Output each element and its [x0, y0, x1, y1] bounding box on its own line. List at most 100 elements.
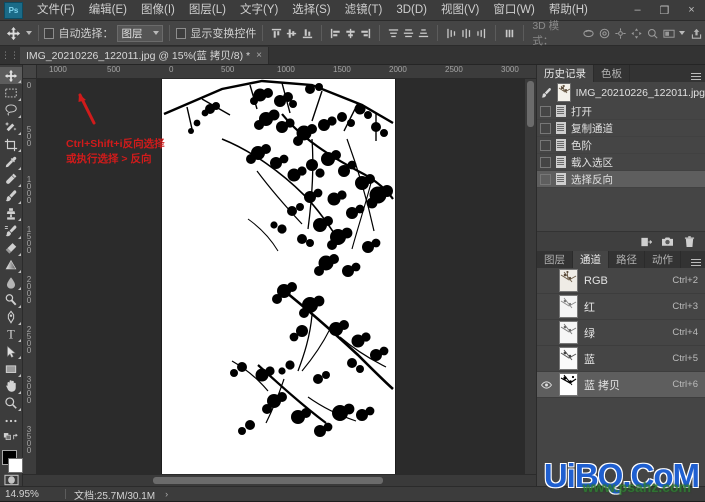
canvas-area[interactable]: Ctrl+Shift+i反向选择 或执行选择 > 反向: [37, 79, 524, 474]
clone-stamp-tool[interactable]: [0, 205, 22, 222]
quick-selection-tool[interactable]: [0, 119, 22, 136]
distribute-bottom-edges-icon[interactable]: [416, 24, 431, 42]
align-left-edges-icon[interactable]: [328, 24, 343, 42]
menu-3d[interactable]: 3D(D): [389, 0, 434, 20]
tool-preset-chevron-down-icon[interactable]: [25, 31, 32, 35]
eraser-tool[interactable]: [0, 240, 22, 257]
vertical-ruler[interactable]: 0 500 1000 1500 2000 2500 3000 3500: [23, 79, 37, 474]
menu-select[interactable]: 选择(S): [285, 0, 337, 20]
history-snapshot-toggle[interactable]: [540, 122, 551, 134]
slide-3d-icon[interactable]: [629, 24, 645, 42]
eyedropper-tool[interactable]: [0, 153, 22, 170]
new-document-from-state-icon[interactable]: [639, 235, 652, 248]
history-snapshot-toggle[interactable]: [540, 105, 551, 117]
type-tool[interactable]: T: [0, 326, 22, 343]
history-brush-source-icon[interactable]: [540, 86, 552, 99]
history-state-levels[interactable]: 色阶: [537, 137, 705, 154]
auto-select-checkbox[interactable]: [44, 27, 55, 39]
align-vertical-centers-icon[interactable]: [284, 24, 299, 42]
history-snapshot-toggle[interactable]: [540, 156, 551, 168]
history-snapshot-toggle[interactable]: [540, 139, 551, 151]
new-snapshot-icon[interactable]: [661, 235, 674, 248]
scrollbar-thumb[interactable]: [153, 477, 383, 484]
scale-3d-icon[interactable]: [645, 24, 661, 42]
zoom-tool[interactable]: [0, 395, 22, 412]
align-horizontal-centers-icon[interactable]: [343, 24, 358, 42]
channel-row-rgb[interactable]: RGB Ctrl+2: [537, 268, 705, 294]
align-top-edges-icon[interactable]: [269, 24, 284, 42]
tab-swatches[interactable]: 色板: [594, 65, 630, 82]
quick-mask-mode-icon[interactable]: [3, 474, 19, 486]
delete-state-icon[interactable]: [683, 235, 696, 248]
menu-edit[interactable]: 编辑(E): [82, 0, 134, 20]
lasso-tool[interactable]: [0, 102, 22, 119]
document-canvas[interactable]: [162, 79, 395, 474]
history-brush-tool[interactable]: [0, 222, 22, 239]
history-panel-menu-icon[interactable]: [687, 65, 705, 82]
dodge-tool[interactable]: [0, 291, 22, 308]
zoom-level[interactable]: 14.95%: [0, 489, 65, 500]
panel-grip-icon[interactable]: ⋮⋮: [0, 46, 20, 64]
distribute-spacing-icon[interactable]: [502, 24, 517, 42]
horizontal-ruler[interactable]: 1000 500 0 500 1000 1500 2000 2500 3000: [23, 65, 536, 79]
tab-layers[interactable]: 图层: [537, 251, 573, 268]
menu-window[interactable]: 窗口(W): [486, 0, 542, 20]
edit-toolbar-tool[interactable]: [0, 412, 22, 429]
default-and-swap-colors-icon[interactable]: [0, 429, 22, 446]
distribute-top-edges-icon[interactable]: [386, 24, 401, 42]
channel-row-green[interactable]: 绿 Ctrl+4: [537, 320, 705, 346]
distribute-horizontal-centers-icon[interactable]: [459, 24, 474, 42]
history-state-inverse[interactable]: 选择反向: [537, 171, 705, 188]
scrollbar-thumb[interactable]: [527, 81, 534, 127]
menu-view[interactable]: 视图(V): [434, 0, 486, 20]
brush-tool[interactable]: [0, 188, 22, 205]
minimize-button[interactable]: –: [624, 0, 651, 20]
history-snapshot-toggle[interactable]: [540, 173, 551, 185]
status-expand-icon[interactable]: ›: [165, 489, 168, 499]
channels-panel-menu-icon[interactable]: [687, 251, 705, 268]
share-icon[interactable]: [689, 24, 705, 42]
gradient-tool[interactable]: [0, 257, 22, 274]
menu-filter[interactable]: 滤镜(T): [338, 0, 390, 20]
canvas-vertical-scrollbar[interactable]: [524, 79, 536, 474]
move-tool-icon[interactable]: [4, 23, 24, 43]
rectangle-tool[interactable]: [0, 360, 22, 377]
menu-layer[interactable]: 图层(L): [182, 0, 233, 20]
history-state-open[interactable]: 打开: [537, 103, 705, 120]
distribute-vertical-centers-icon[interactable]: [401, 24, 416, 42]
channel-row-blue[interactable]: 蓝 Ctrl+5: [537, 346, 705, 372]
distribute-left-edges-icon[interactable]: [444, 24, 459, 42]
distribute-right-edges-icon[interactable]: [474, 24, 489, 42]
channel-row-red[interactable]: 红 Ctrl+3: [537, 294, 705, 320]
background-color-swatch[interactable]: [8, 457, 23, 473]
tab-paths[interactable]: 路径: [609, 251, 645, 268]
align-bottom-edges-icon[interactable]: [300, 24, 315, 42]
crop-tool[interactable]: [0, 136, 22, 153]
path-selection-tool[interactable]: [0, 343, 22, 360]
healing-brush-tool[interactable]: [0, 171, 22, 188]
blur-tool[interactable]: [0, 274, 22, 291]
close-icon[interactable]: ×: [256, 50, 262, 61]
show-transform-controls-checkbox[interactable]: [176, 27, 187, 39]
tab-actions[interactable]: 动作: [645, 251, 681, 268]
document-tab[interactable]: IMG_20210226_122011.jpg @ 15%(蓝 拷贝/8) * …: [20, 47, 269, 64]
history-state-duplicate-channel[interactable]: 复制通道: [537, 120, 705, 137]
history-source-row[interactable]: IMG_20210226_122011.jpg: [537, 82, 705, 103]
pan-3d-icon[interactable]: [613, 24, 629, 42]
roll-3d-icon[interactable]: [597, 24, 613, 42]
history-state-load-selection[interactable]: 载入选区: [537, 154, 705, 171]
pen-tool[interactable]: [0, 309, 22, 326]
close-button[interactable]: ×: [678, 0, 705, 20]
tab-channels[interactable]: 通道: [573, 251, 609, 268]
screen-mode-icon[interactable]: [661, 24, 677, 42]
rotate-3d-icon[interactable]: [581, 24, 597, 42]
menu-file[interactable]: 文件(F): [30, 0, 82, 20]
menu-image[interactable]: 图像(I): [134, 0, 182, 20]
restore-button[interactable]: ❐: [651, 0, 678, 20]
channel-visibility-toggle[interactable]: [540, 380, 553, 389]
move-tool[interactable]: [0, 67, 22, 85]
rectangular-marquee-tool[interactable]: [0, 84, 22, 101]
color-swatches[interactable]: [0, 449, 23, 473]
auto-select-target-dropdown[interactable]: 图层: [117, 24, 164, 42]
align-right-edges-icon[interactable]: [358, 24, 373, 42]
